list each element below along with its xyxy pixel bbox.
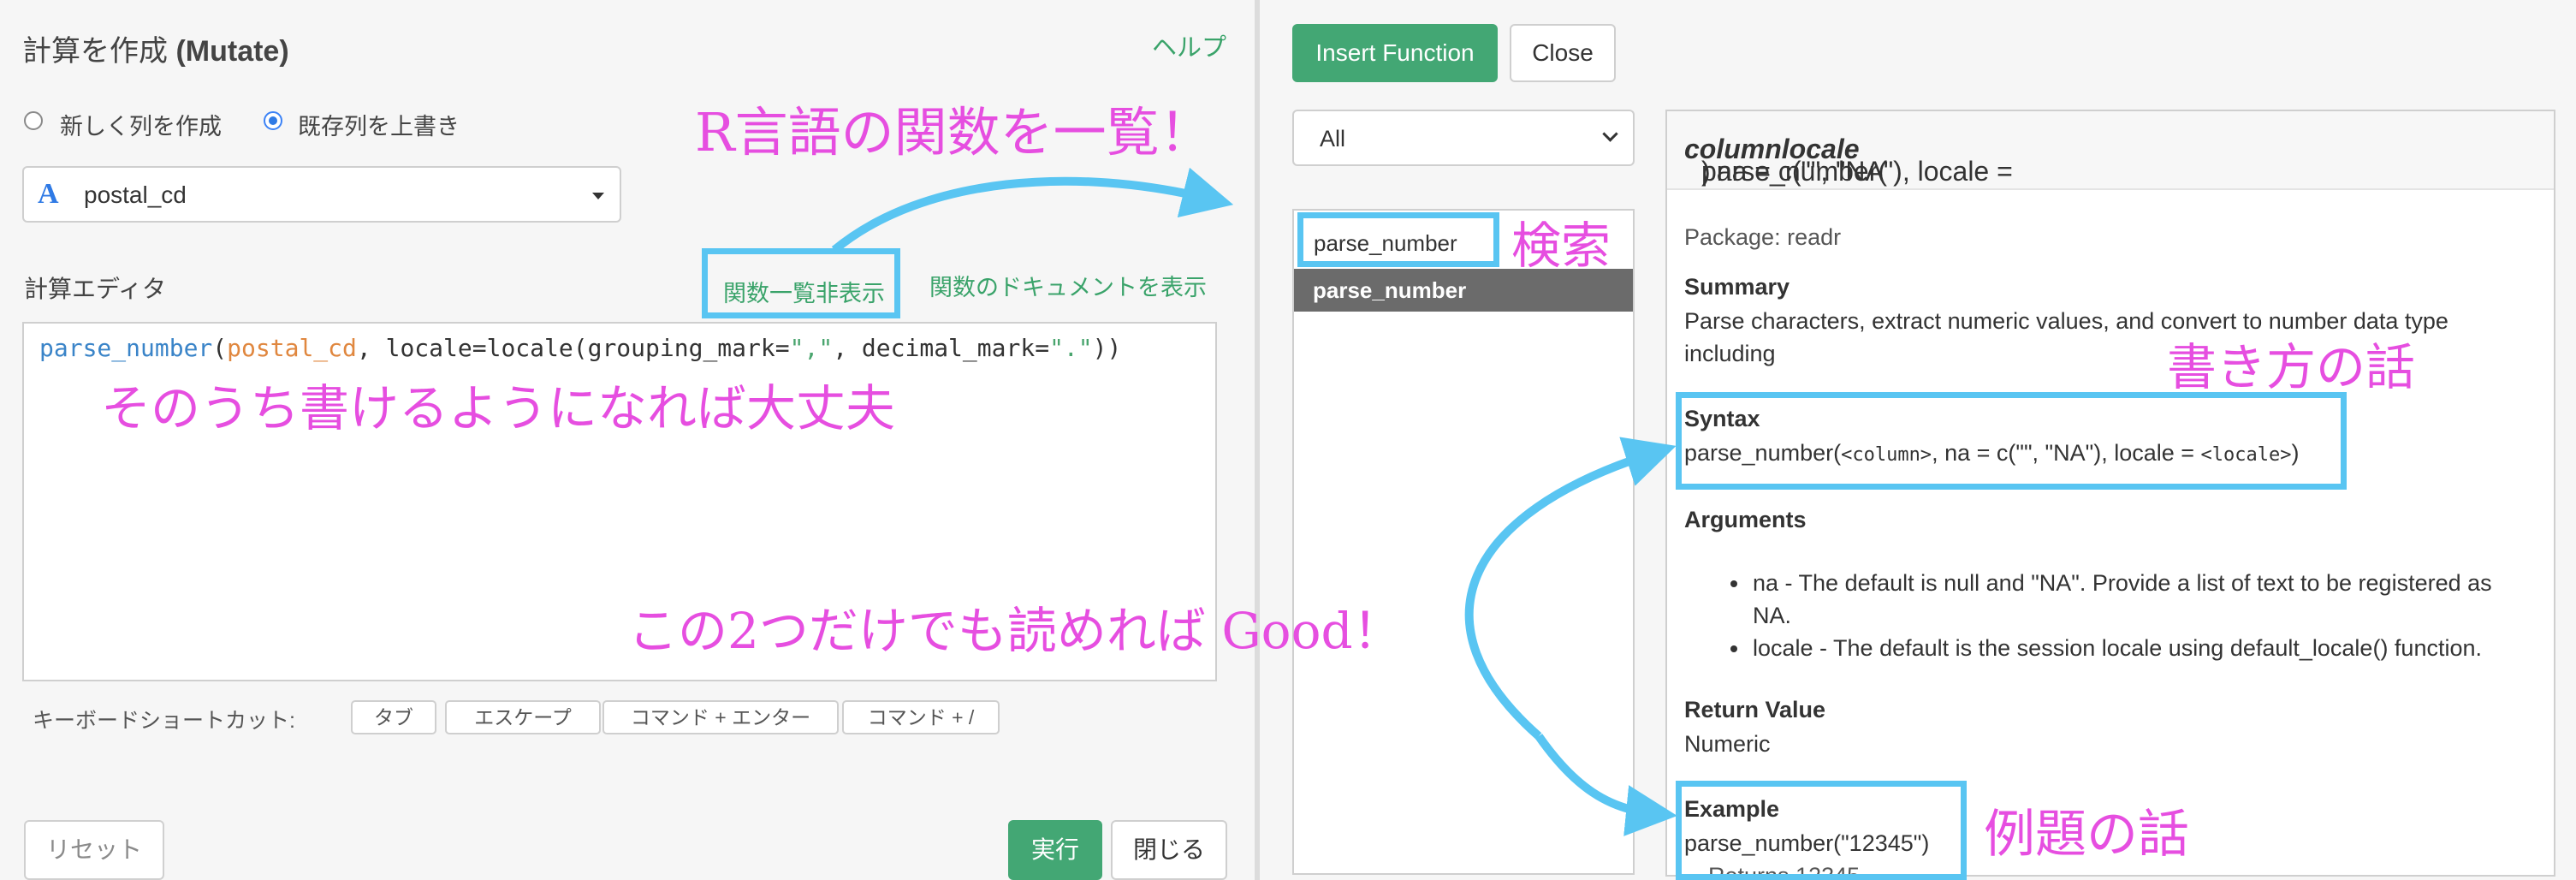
arrow-to-syntax xyxy=(1464,437,1677,740)
annotation-read-good: この2つだけでも読めれば Good！ xyxy=(628,602,1403,660)
annotation-list-all: R言語の関数を一覧！ xyxy=(695,101,1213,164)
arrow-to-function-list xyxy=(831,167,1234,253)
annotation-example: 例題の話 xyxy=(1984,805,2189,865)
annotation-how-to-write: 書き方の話 xyxy=(2167,338,2416,396)
arrow-to-example xyxy=(1534,734,1677,836)
annotation-arrows xyxy=(831,167,1677,836)
annotation-search: 検索 xyxy=(1511,217,1611,275)
annotation-write-later: そのうち書けるようになれば大丈夫 xyxy=(101,379,896,437)
